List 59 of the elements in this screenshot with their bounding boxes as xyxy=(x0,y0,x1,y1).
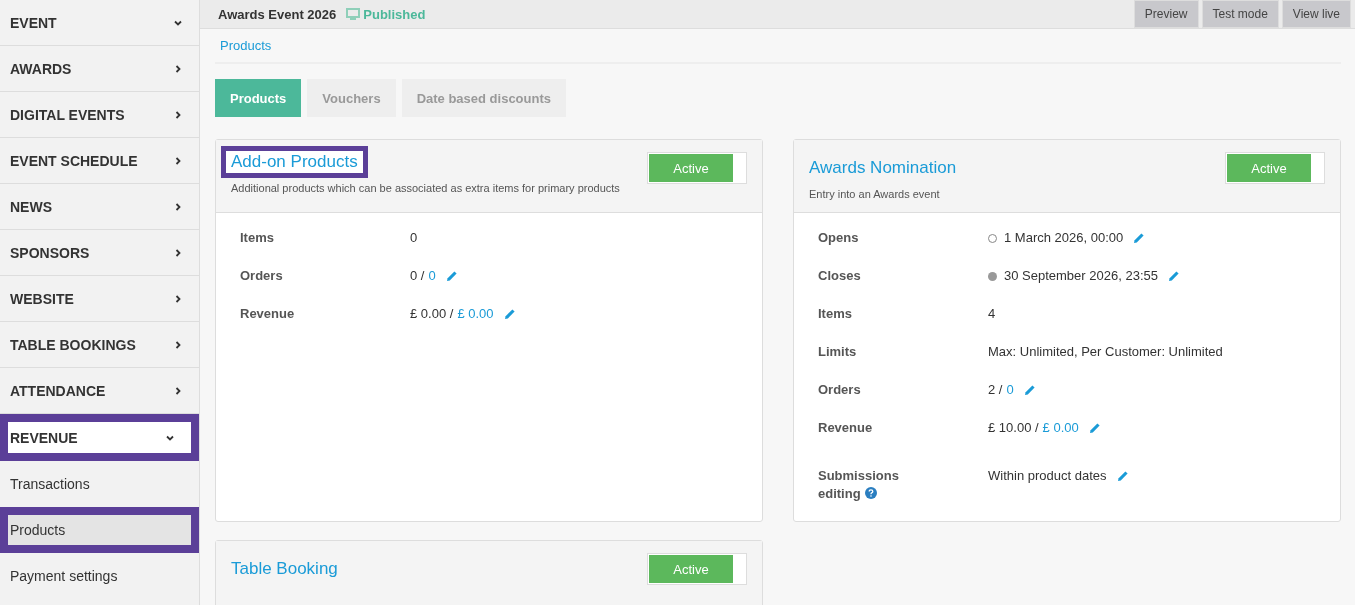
value-link[interactable]: £ 0.00 xyxy=(1042,419,1079,437)
field-value: Max: Unlimited, Per Customer: Unlimited xyxy=(988,343,1223,361)
sidebar-item[interactable]: DIGITAL EVENTS xyxy=(0,92,199,138)
pencil-icon[interactable] xyxy=(445,270,458,282)
sidebar-item[interactable]: EVENT xyxy=(0,0,199,46)
pencil-icon[interactable] xyxy=(1088,422,1101,434)
pencil-icon[interactable] xyxy=(1167,270,1180,282)
field-label: Orders xyxy=(818,381,862,399)
sidebar-item[interactable]: EVENT SCHEDULE xyxy=(0,138,199,184)
sidebar-subitem[interactable]: Products xyxy=(0,507,199,553)
sidebar-item[interactable]: REVENUE xyxy=(0,414,199,461)
field-label: Revenue xyxy=(240,305,296,323)
field-value: £ 0.00 / xyxy=(410,305,454,323)
help-icon[interactable] xyxy=(864,487,877,499)
chevron-right-icon xyxy=(173,293,183,304)
chevron-right-icon xyxy=(173,63,183,74)
status-label: Published xyxy=(363,6,426,22)
pencil-icon[interactable] xyxy=(503,308,516,320)
header-button[interactable]: Test mode xyxy=(1201,0,1279,28)
chevron-right-icon xyxy=(173,385,183,396)
value-link[interactable]: 0 xyxy=(1006,381,1014,399)
field-value: 4 xyxy=(988,305,996,323)
field-value: 0 xyxy=(410,229,418,247)
field-label: Revenue xyxy=(818,419,874,437)
pencil-icon[interactable] xyxy=(1116,470,1129,482)
field-label: Items xyxy=(240,229,275,247)
chevron-right-icon xyxy=(173,155,183,166)
event-title: Awards Event 2026 xyxy=(218,6,337,22)
field-label: Limits xyxy=(818,343,858,361)
field-label: Closes xyxy=(818,267,862,285)
field-value: 1 March 2026, 00:00 xyxy=(1004,229,1124,247)
card-description: Entry into an Awards event xyxy=(809,188,941,200)
field-value: 2 / xyxy=(988,381,1003,399)
value-link[interactable]: £ 0.00 xyxy=(457,305,494,323)
sidebar-item[interactable]: WEBSITE xyxy=(0,276,199,322)
header-button[interactable]: View live xyxy=(1281,0,1351,28)
chevron-right-icon xyxy=(173,247,183,258)
pencil-icon[interactable] xyxy=(1023,384,1036,396)
chevron-right-icon xyxy=(173,201,183,212)
sidebar-item[interactable]: AWARDS xyxy=(0,46,199,92)
field-label: Opens xyxy=(818,229,860,247)
field-label: Orders xyxy=(240,267,284,285)
chevron-right-icon xyxy=(173,109,183,120)
sidebar-item[interactable]: NEWS xyxy=(0,184,199,230)
sidebar-item[interactable]: SPONSORS xyxy=(0,230,199,276)
field-value: £ 10.00 / xyxy=(988,419,1039,437)
field-value: Within product dates xyxy=(988,467,1107,485)
value-link[interactable]: 0 xyxy=(428,267,436,285)
field-value: 30 September 2026, 23:55 xyxy=(1004,267,1158,285)
field-value: 0 / xyxy=(410,267,425,285)
pencil-icon[interactable] xyxy=(1133,232,1146,244)
field-label: Items xyxy=(818,305,853,323)
chevron-right-icon xyxy=(173,339,183,350)
sidebar-item[interactable]: TABLE BOOKINGS xyxy=(0,322,199,368)
monitor-icon xyxy=(346,8,361,20)
field-label: Submissions editing xyxy=(818,467,900,503)
header-button[interactable]: Preview xyxy=(1133,0,1199,28)
card-title[interactable]: Add-on Products xyxy=(221,146,368,178)
card-description: Additional products which can be associated as extra items for primary products xyxy=(231,182,620,194)
